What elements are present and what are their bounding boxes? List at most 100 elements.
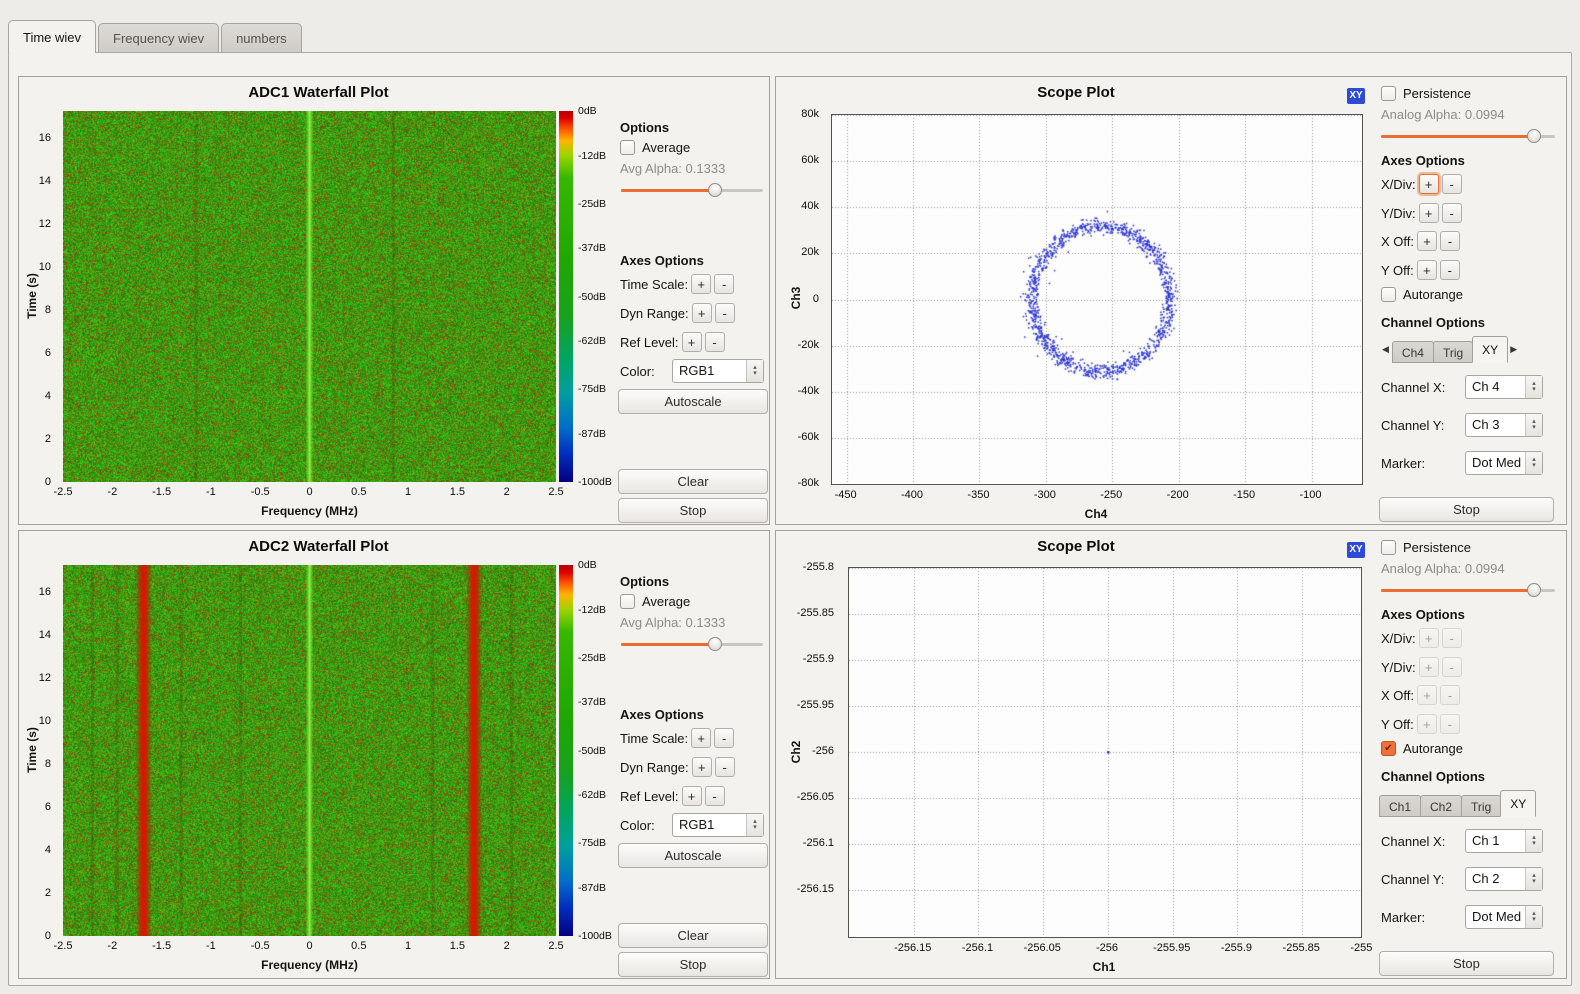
ref-level-minus-button[interactable]: - [705, 786, 725, 806]
marker-select[interactable]: Dot Med ▴▾ [1465, 905, 1543, 929]
ydiv-plus-button[interactable]: + [1419, 203, 1439, 223]
avg-alpha-slider[interactable] [621, 183, 763, 198]
ydiv-minus-button[interactable]: - [1442, 203, 1462, 223]
ref-level-minus-button[interactable]: - [705, 332, 725, 352]
channel-tab-xy[interactable]: XY [1472, 336, 1508, 363]
clear-button[interactable]: Clear [618, 469, 768, 494]
slider-knob[interactable] [1527, 129, 1541, 143]
dyn-range-plus-button[interactable]: + [692, 303, 712, 323]
spin-arrows[interactable]: ▴▾ [1525, 376, 1542, 398]
stop-button[interactable]: Stop [1379, 951, 1554, 976]
stop-button[interactable]: Stop [618, 498, 768, 523]
spin-arrows[interactable]: ▴▾ [1525, 830, 1542, 852]
tab-numbers[interactable]: numbers [221, 23, 302, 52]
yoff-label: Y Off: [1381, 717, 1414, 732]
spin-arrows[interactable]: ▴▾ [1525, 414, 1542, 436]
color-select[interactable]: RGB1 ▴▾ [672, 813, 764, 837]
average-checkbox[interactable] [620, 594, 635, 609]
x-axis-label: Ch4 [831, 507, 1361, 521]
xoff-plus-button[interactable]: + [1417, 231, 1437, 251]
channel-tab-ch2[interactable]: Ch2 [1420, 795, 1462, 817]
spin-down-icon[interactable]: ▾ [753, 371, 757, 377]
xy-badge[interactable]: XY [1347, 542, 1365, 558]
time-scale-minus-button[interactable]: - [714, 274, 734, 294]
spin-down-icon[interactable]: ▾ [1532, 917, 1536, 923]
spin-arrows[interactable]: ▴▾ [1525, 452, 1542, 474]
tab-frequency-view[interactable]: Frequency wiev [98, 23, 219, 52]
persistence-checkbox[interactable] [1381, 540, 1396, 555]
scope-xy-canvas[interactable] [831, 114, 1363, 485]
dyn-range-minus-button[interactable]: - [715, 757, 735, 777]
channel-options-title: Channel Options [1381, 769, 1485, 784]
channel-tab-trig[interactable]: Trig [1433, 341, 1473, 363]
average-label: Average [642, 594, 690, 609]
spin-arrows[interactable]: ▴▾ [746, 360, 763, 382]
adc2-waterfall-canvas[interactable] [63, 565, 556, 936]
ref-level-plus-button[interactable]: + [682, 786, 702, 806]
channel-y-select[interactable]: Ch 2 ▴▾ [1465, 867, 1543, 891]
xoff-plus-button[interactable]: + [1417, 685, 1437, 705]
spin-down-icon[interactable]: ▾ [1532, 387, 1536, 393]
stop-button[interactable]: Stop [618, 952, 768, 977]
time-scale-minus-button[interactable]: - [714, 728, 734, 748]
tab-time-view[interactable]: Time wiev [8, 20, 96, 53]
slider-knob[interactable] [708, 183, 722, 197]
waterfall-title: ADC1 Waterfall Plot [19, 84, 618, 101]
xoff-minus-button[interactable]: - [1440, 685, 1460, 705]
channel-x-select[interactable]: Ch 4 ▴▾ [1465, 375, 1543, 399]
spin-arrows[interactable]: ▴▾ [746, 814, 763, 836]
time-scale-plus-button[interactable]: + [691, 728, 711, 748]
yoff-minus-button[interactable]: - [1440, 714, 1460, 734]
avg-alpha-slider[interactable] [621, 637, 763, 652]
yoff-minus-button[interactable]: - [1440, 260, 1460, 280]
slider-knob[interactable] [1527, 583, 1541, 597]
channel-y-row: Channel Y: Ch 3 ▴▾ [1381, 413, 1543, 437]
xy-badge[interactable]: XY [1347, 88, 1365, 104]
analog-alpha-slider[interactable] [1381, 583, 1555, 598]
channel-y-select[interactable]: Ch 3 ▴▾ [1465, 413, 1543, 437]
scope-title: Scope Plot [776, 84, 1376, 101]
stop-button[interactable]: Stop [1379, 497, 1554, 522]
xdiv-plus-button[interactable]: + [1419, 174, 1439, 194]
channel-tabs-next-icon[interactable]: ▶ [1507, 344, 1520, 355]
analog-alpha-slider[interactable] [1381, 129, 1555, 144]
scope-xy-canvas[interactable] [848, 567, 1362, 938]
dyn-range-plus-button[interactable]: + [692, 757, 712, 777]
marker-select[interactable]: Dot Med ▴▾ [1465, 451, 1543, 475]
yoff-plus-button[interactable]: + [1417, 714, 1437, 734]
spin-down-icon[interactable]: ▾ [1532, 879, 1536, 885]
channel-x-select[interactable]: Ch 1 ▴▾ [1465, 829, 1543, 853]
spin-down-icon[interactable]: ▾ [1532, 425, 1536, 431]
average-checkbox[interactable] [620, 140, 635, 155]
time-scale-plus-button[interactable]: + [691, 274, 711, 294]
spin-down-icon[interactable]: ▾ [1532, 463, 1536, 469]
clear-button[interactable]: Clear [618, 923, 768, 948]
xdiv-plus-button[interactable]: + [1419, 628, 1439, 648]
autoscale-button[interactable]: Autoscale [618, 843, 768, 868]
spin-down-icon[interactable]: ▾ [753, 825, 757, 831]
ydiv-plus-button[interactable]: + [1419, 657, 1439, 677]
spin-arrows[interactable]: ▴▾ [1525, 868, 1542, 890]
spin-down-icon[interactable]: ▾ [1532, 841, 1536, 847]
slider-knob[interactable] [708, 637, 722, 651]
spin-arrows[interactable]: ▴▾ [1525, 906, 1542, 928]
channel-tab-xy[interactable]: XY [1500, 790, 1536, 817]
persistence-checkbox[interactable] [1381, 86, 1396, 101]
dyn-range-minus-button[interactable]: - [715, 303, 735, 323]
ydiv-minus-button[interactable]: - [1442, 657, 1462, 677]
xoff-minus-button[interactable]: - [1440, 231, 1460, 251]
autorange-checkbox[interactable] [1381, 741, 1396, 756]
avg-alpha-label: Avg Alpha: 0.1333 [620, 615, 725, 630]
channel-tab-ch4[interactable]: Ch4 [1392, 341, 1434, 363]
channel-tabs-prev-icon[interactable]: ◀ [1379, 344, 1392, 355]
autorange-checkbox[interactable] [1381, 287, 1396, 302]
xdiv-minus-button[interactable]: - [1442, 628, 1462, 648]
adc1-waterfall-canvas[interactable] [63, 111, 556, 482]
xdiv-minus-button[interactable]: - [1442, 174, 1462, 194]
color-select[interactable]: RGB1 ▴▾ [672, 359, 764, 383]
yoff-plus-button[interactable]: + [1417, 260, 1437, 280]
ref-level-plus-button[interactable]: + [682, 332, 702, 352]
autoscale-button[interactable]: Autoscale [618, 389, 768, 414]
channel-tab-ch1[interactable]: Ch1 [1379, 795, 1421, 817]
channel-tab-trig[interactable]: Trig [1461, 795, 1501, 817]
